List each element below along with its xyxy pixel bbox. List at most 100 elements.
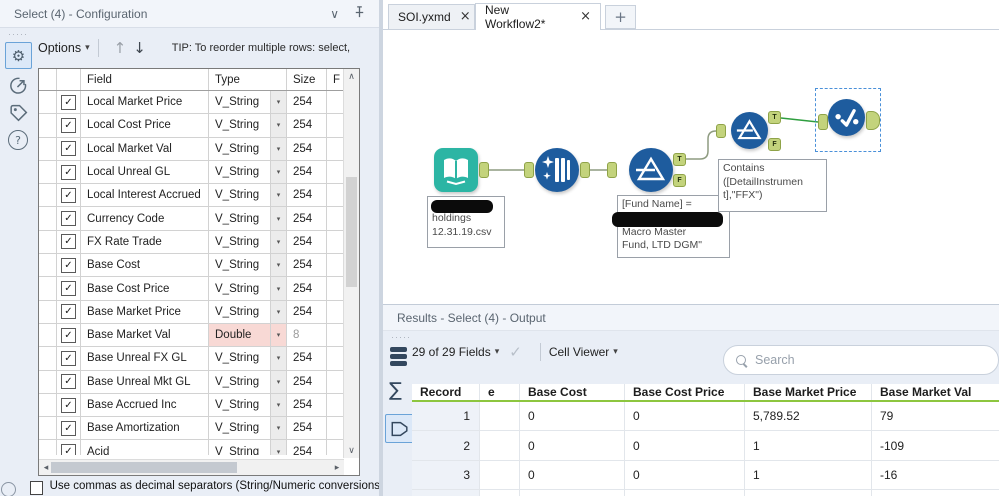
- tab-new-workflow2[interactable]: New Workflow2* ×: [475, 3, 601, 31]
- false-output-anchor[interactable]: F: [768, 138, 781, 151]
- value-cell[interactable]: [480, 490, 520, 496]
- field-row[interactable]: ✓ Currency Code V_String ▾ 254: [39, 207, 344, 231]
- extra-cell[interactable]: [327, 371, 344, 393]
- row-handle[interactable]: [39, 160, 57, 184]
- size-cell[interactable]: 254: [287, 277, 327, 300]
- input-anchor[interactable]: [716, 124, 726, 138]
- type-dropdown-icon[interactable]: ▾: [271, 323, 287, 347]
- cell-viewer-caret-icon[interactable]: ▾: [613, 347, 618, 357]
- type-select-cell[interactable]: V_String: [209, 347, 271, 370]
- extra-cell[interactable]: [327, 301, 344, 323]
- type-dropdown-icon[interactable]: ▾: [271, 230, 287, 254]
- row-checkbox-cell[interactable]: ✓: [57, 440, 81, 455]
- value-cell[interactable]: 1: [745, 431, 872, 460]
- vertical-scrollbar-thumb[interactable]: [346, 177, 357, 287]
- row-checkbox-cell[interactable]: ✓: [57, 323, 81, 347]
- type-dropdown-icon[interactable]: ▾: [271, 207, 287, 230]
- field-row[interactable]: ✓ Base Unreal FX GL V_String ▾ 254: [39, 347, 344, 371]
- field-name-cell[interactable]: Acid: [81, 440, 209, 455]
- row-handle[interactable]: [39, 323, 57, 347]
- type-dropdown-icon[interactable]: ▾: [271, 277, 287, 300]
- move-up-button[interactable]: ↑: [114, 39, 127, 57]
- field-row[interactable]: ✓ Acid V_String ▾ 254: [39, 440, 344, 455]
- input-anchor[interactable]: [607, 162, 617, 178]
- input-anchor[interactable]: [818, 114, 828, 130]
- field-name-cell[interactable]: Local Cost Price: [81, 114, 209, 137]
- value-cell[interactable]: 1: [745, 490, 872, 496]
- input-data-tool[interactable]: [434, 148, 478, 192]
- scroll-up-icon[interactable]: ∧: [344, 69, 359, 84]
- results-drag-dots[interactable]: ·····: [391, 333, 411, 342]
- type-select-cell[interactable]: V_String: [209, 230, 271, 254]
- field-row[interactable]: ✓ Base Cost Price V_String ▾ 254: [39, 277, 344, 301]
- size-cell[interactable]: 254: [287, 347, 327, 370]
- row-checkbox-cell[interactable]: ✓: [57, 277, 81, 300]
- type-dropdown-icon[interactable]: ▾: [271, 393, 287, 417]
- results-search[interactable]: [723, 345, 999, 375]
- extra-cell[interactable]: [327, 161, 344, 183]
- extra-cell[interactable]: [327, 207, 344, 229]
- fields-caret-icon[interactable]: ▾: [495, 347, 500, 357]
- configuration-tab-selected[interactable]: ⚙: [5, 42, 32, 69]
- extra-column-header[interactable]: F: [327, 69, 344, 90]
- results-column-header[interactable]: Base Market Val: [872, 384, 999, 400]
- extra-cell[interactable]: [327, 277, 344, 299]
- results-row[interactable]: 40018: [412, 490, 999, 496]
- row-checkbox-cell[interactable]: ✓: [57, 230, 81, 254]
- navigation-tab[interactable]: [8, 75, 29, 99]
- value-cell[interactable]: 0: [520, 460, 625, 490]
- type-dropdown-icon[interactable]: ▾: [271, 137, 287, 160]
- size-cell[interactable]: 254: [287, 137, 327, 160]
- type-select-cell[interactable]: V_String: [209, 254, 271, 277]
- field-row[interactable]: ✓ Base Cost V_String ▾ 254: [39, 254, 344, 278]
- row-handle[interactable]: [39, 277, 57, 300]
- true-output-anchor[interactable]: T: [768, 111, 781, 124]
- value-cell[interactable]: 0: [520, 490, 625, 496]
- field-row[interactable]: ✓ FX Rate Trade V_String ▾ 254: [39, 230, 344, 255]
- field-row[interactable]: ✓ Local Cost Price V_String ▾ 254: [39, 114, 344, 138]
- results-column-header[interactable]: Base Market Price: [745, 384, 872, 400]
- size-cell[interactable]: 254: [287, 91, 327, 114]
- field-name-cell[interactable]: Base Accrued Inc: [81, 393, 209, 417]
- value-cell[interactable]: 5,789.52: [745, 402, 872, 431]
- type-column-header[interactable]: Type: [209, 69, 287, 90]
- value-cell[interactable]: [480, 431, 520, 460]
- value-cell[interactable]: 1: [745, 460, 872, 490]
- data-view-button-selected[interactable]: [385, 414, 414, 443]
- field-name-cell[interactable]: Local Market Val: [81, 137, 209, 160]
- value-cell[interactable]: 0: [625, 490, 745, 496]
- search-input[interactable]: [753, 352, 957, 368]
- size-column-header[interactable]: Size: [287, 69, 327, 90]
- value-cell[interactable]: -16: [872, 461, 999, 489]
- size-cell[interactable]: 254: [287, 114, 327, 137]
- row-checkbox-cell[interactable]: ✓: [57, 347, 81, 370]
- options-caret-icon[interactable]: ▾: [85, 43, 90, 53]
- field-row[interactable]: ✓ Local Unreal GL V_String ▾ 254: [39, 160, 344, 185]
- results-column-header[interactable]: e: [480, 384, 520, 400]
- type-select-cell[interactable]: V_String: [209, 300, 271, 323]
- type-dropdown-icon[interactable]: ▾: [271, 254, 287, 277]
- field-name-cell[interactable]: Base Market Price: [81, 300, 209, 323]
- field-name-cell[interactable]: Base Amortization: [81, 417, 209, 440]
- field-name-cell[interactable]: Base Unreal FX GL: [81, 347, 209, 370]
- row-checkbox-cell[interactable]: ✓: [57, 184, 81, 207]
- type-select-cell[interactable]: V_String: [209, 277, 271, 300]
- size-cell[interactable]: 254: [287, 370, 327, 393]
- row-handle[interactable]: [39, 184, 57, 207]
- scroll-right-icon[interactable]: ▸: [330, 460, 344, 475]
- false-output-anchor[interactable]: F: [673, 174, 686, 187]
- fields-dropdown[interactable]: 29 of 29 Fields: [412, 345, 491, 359]
- row-checkbox-cell[interactable]: ✓: [57, 160, 81, 184]
- use-commas-checkbox[interactable]: [30, 481, 43, 495]
- type-dropdown-icon[interactable]: ▾: [271, 300, 287, 323]
- workflow-canvas[interactable]: T F T F holdings 12.31.19.csv [Fund Name…: [383, 30, 999, 304]
- field-name-cell[interactable]: Base Cost: [81, 254, 209, 277]
- type-dropdown-icon[interactable]: ▾: [271, 160, 287, 184]
- type-select-cell[interactable]: V_String: [209, 440, 271, 455]
- extra-cell[interactable]: [327, 440, 344, 455]
- type-select-cell[interactable]: V_String: [209, 160, 271, 184]
- apply-check-icon[interactable]: ✓: [509, 343, 522, 361]
- results-column-header[interactable]: Base Cost: [520, 384, 625, 400]
- horizontal-scrollbar-thumb[interactable]: [51, 462, 237, 473]
- row-handle[interactable]: [39, 137, 57, 160]
